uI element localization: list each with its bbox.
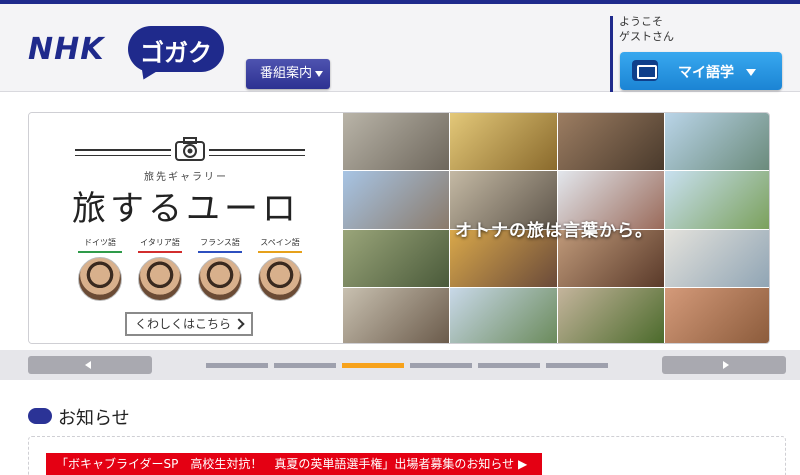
notebook-icon <box>632 60 658 81</box>
photo-tile <box>664 287 769 343</box>
carousel-indicator[interactable] <box>274 363 336 368</box>
language-label-french: フランス語 <box>200 238 240 247</box>
decorative-line <box>75 155 171 156</box>
program-menu-label: 番組案内 <box>260 66 313 81</box>
language-underline <box>198 251 242 253</box>
welcome-message: ようこそ ゲストさん <box>619 14 674 44</box>
photo-tile <box>557 287 664 343</box>
banner-promo-panel: 旅先ギャラリー 旅するユーロ ドイツ語 イタリア語 フランス語 スペイン語 くわ… <box>29 113 343 343</box>
photo-tile <box>343 287 450 343</box>
gallery-title: 旅するユーロ <box>72 189 300 229</box>
photo-tile <box>450 113 557 171</box>
program-menu-button[interactable]: 番組案内 <box>246 59 330 89</box>
carousel-prev-button[interactable] <box>28 356 152 374</box>
welcome-line-2: ゲストさん <box>619 30 674 43</box>
speech-bubble-icon <box>28 408 52 424</box>
hero-banner[interactable]: 旅先ギャラリー 旅するユーロ ドイツ語 イタリア語 フランス語 スペイン語 くわ… <box>28 112 770 344</box>
carousel-indicators <box>206 363 608 368</box>
news-item-link[interactable]: 「ボキャブライダーSP 高校生対抗！ 真夏の英単語選手権」出場者募集のお知らせ … <box>46 453 542 475</box>
language-label-spanish: スペイン語 <box>260 238 300 247</box>
presenter-avatar <box>78 257 122 301</box>
arrow-right-icon <box>723 361 729 369</box>
banner-tagline: オトナの旅は言葉から。 <box>455 221 653 241</box>
decorative-line <box>209 149 305 151</box>
language-list: ドイツ語 イタリア語 フランス語 スペイン語 <box>75 237 305 253</box>
details-button[interactable]: くわしくはこちら <box>125 312 253 336</box>
photo-tile <box>664 229 769 287</box>
carousel-indicator[interactable] <box>478 363 540 368</box>
presenter-avatar <box>198 257 242 301</box>
chevron-down-icon <box>315 71 323 77</box>
language-label-italian: イタリア語 <box>140 238 180 247</box>
language-underline <box>258 251 302 253</box>
presenter-avatar <box>138 257 182 301</box>
carousel-indicator[interactable] <box>410 363 472 368</box>
carousel-indicator[interactable] <box>206 363 268 368</box>
details-button-label: くわしくはこちら <box>135 317 232 331</box>
carousel-indicator-active[interactable] <box>342 363 404 368</box>
photo-tile <box>343 113 450 171</box>
my-gogaku-label: マイ語学 <box>678 65 734 81</box>
welcome-line-1: ようこそ <box>619 15 663 28</box>
presenter-avatar <box>258 257 302 301</box>
my-gogaku-button[interactable]: マイ語学 <box>620 52 782 90</box>
user-area-divider <box>610 16 613 92</box>
decorative-line <box>209 155 305 156</box>
carousel-indicator[interactable] <box>546 363 608 368</box>
language-label-german: ドイツ語 <box>84 238 116 247</box>
photo-tile <box>450 287 557 343</box>
photo-tile <box>664 171 769 229</box>
logo-speech-bubble: ゴガク <box>128 26 224 72</box>
news-heading: お知らせ <box>58 408 130 429</box>
presenter-portraits <box>75 257 305 303</box>
camera-icon <box>175 137 205 161</box>
photo-tile <box>343 229 450 287</box>
carousel-next-button[interactable] <box>662 356 786 374</box>
arrow-left-icon <box>85 361 91 369</box>
chevron-right-icon <box>233 318 245 330</box>
photo-tile <box>343 171 450 229</box>
photo-tile <box>557 113 664 171</box>
logo-nhk-text: NHK <box>28 32 105 67</box>
logo-gogaku-text: ゴガク <box>140 39 212 67</box>
chevron-down-icon <box>746 69 756 76</box>
language-underline <box>78 251 122 253</box>
photo-tile <box>664 113 769 171</box>
decorative-line <box>75 149 171 151</box>
site-header: NHK ゴガク 番組案内 ようこそ ゲストさん マイ語学 <box>0 4 800 92</box>
language-underline <box>138 251 182 253</box>
nhk-gogaku-logo[interactable]: NHK ゴガク <box>28 26 224 78</box>
